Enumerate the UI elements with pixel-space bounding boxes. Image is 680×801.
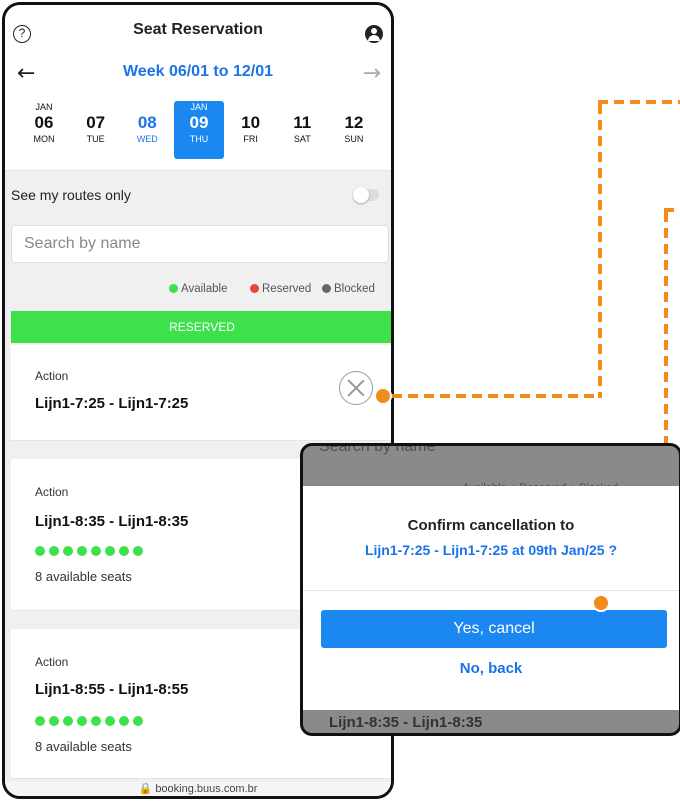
arrow-right-icon[interactable]: →: [363, 61, 381, 86]
week-navigation: ← Week 06/01 to 12/01 →: [5, 53, 391, 97]
background-search: Search by name: [319, 443, 436, 455]
page-title: Seat Reservation: [133, 21, 263, 38]
seat-available-icon: [91, 716, 101, 726]
seat-dots: [35, 713, 147, 726]
divider: [303, 590, 679, 591]
seat-available-icon: [77, 546, 87, 556]
day-tue[interactable]: 07 TUE: [71, 101, 121, 159]
confirm-cancel-dialog: Confirm cancellation to Lijn1-7:25 - Lij…: [303, 486, 679, 710]
connector-line: [664, 208, 680, 212]
seat-available-icon: [133, 546, 143, 556]
seat-available-icon: [105, 716, 115, 726]
seat-available-icon: [63, 546, 73, 556]
seat-available-icon: [63, 716, 73, 726]
day-number: 11: [293, 113, 312, 132]
day-selector: JAN 06 MON 07 TUE 08 WED JAN 09 THU 10 F…: [5, 97, 391, 171]
seat-available-icon: [77, 716, 87, 726]
day-weekday: WED: [136, 134, 158, 144]
day-thu[interactable]: JAN 09 THU: [173, 101, 224, 159]
cancel-reservation-icon[interactable]: [339, 371, 373, 405]
available-seats-text: 8 available seats: [35, 569, 132, 584]
day-weekday: SAT: [293, 134, 311, 144]
day-month: [122, 101, 172, 113]
card-action-label: Action: [35, 485, 69, 499]
no-back-button[interactable]: No, back: [303, 660, 679, 677]
available-seats-text: 8 available seats: [35, 739, 132, 754]
legend-available: Available: [169, 283, 227, 295]
seat-available-icon: [91, 546, 101, 556]
day-weekday: MON: [33, 134, 55, 144]
day-number: 10: [241, 113, 261, 132]
seat-available-icon: [119, 716, 129, 726]
yes-cancel-button[interactable]: Yes, cancel: [321, 610, 667, 648]
day-weekday: SUN: [344, 134, 364, 144]
cancel-dialog-callout: Search by name ● Available ● Reserved ● …: [300, 443, 680, 736]
card-action-label: Action: [35, 655, 69, 669]
seat-available-icon: [49, 546, 59, 556]
seat-available-icon: [35, 546, 45, 556]
day-month: JAN: [35, 102, 53, 112]
routes-only-label: See my routes only: [11, 187, 131, 203]
day-fri[interactable]: 10 FRI: [226, 101, 276, 159]
card-route: Lijn1-8:35 - Lijn1-8:35: [35, 513, 189, 530]
day-number: 08: [137, 113, 157, 132]
card-action-label: Action: [35, 369, 69, 383]
seat-available-icon: [105, 546, 115, 556]
reserved-route-card: Action Lijn1-7:25 - Lijn1-7:25: [11, 345, 391, 441]
day-month: [329, 101, 379, 113]
seat-available-icon: [49, 716, 59, 726]
day-number: 09: [189, 113, 209, 132]
day-number: 06: [34, 113, 54, 132]
user-icon[interactable]: [365, 25, 383, 43]
day-month: [71, 101, 121, 113]
seat-available-icon: [133, 716, 143, 726]
connector-line: [392, 394, 602, 398]
day-number: 12: [344, 113, 364, 132]
seat-available-icon: [119, 546, 129, 556]
card-route: Lijn1-7:25 - Lijn1-7:25: [35, 395, 189, 412]
day-wed[interactable]: 08 WED: [122, 101, 172, 159]
day-weekday: TUE: [86, 134, 105, 144]
day-month: [226, 101, 276, 113]
day-mon[interactable]: JAN 06 MON: [19, 101, 69, 159]
routes-only-toggle[interactable]: [353, 187, 379, 203]
legend-label: Available: [181, 283, 228, 295]
legend-blocked: Blocked: [322, 283, 375, 295]
day-sun[interactable]: 12 SUN: [329, 101, 379, 159]
day-number: 07: [86, 113, 106, 132]
status-bar[interactable]: ◀ Transporte: [5, 5, 391, 15]
legend-label: Reserved: [262, 283, 312, 295]
available-dot-icon: [169, 284, 178, 293]
legend-reserved: Reserved: [250, 283, 311, 295]
background-route: Lijn1-8:35 - Lijn1-8:35: [329, 714, 483, 731]
connector-line: [598, 100, 680, 104]
day-weekday: FRI: [243, 134, 258, 144]
day-month: JAN: [190, 102, 208, 112]
connector-marker-icon: [374, 387, 392, 405]
card-route: Lijn1-8:55 - Lijn1-8:55: [35, 681, 189, 698]
day-weekday: THU: [189, 134, 209, 144]
legend-label: Blocked: [334, 283, 375, 295]
dialog-title: Confirm cancellation to: [407, 517, 575, 534]
connector-line: [598, 104, 602, 398]
reserved-dot-icon: [250, 284, 259, 293]
search-input[interactable]: [11, 225, 389, 263]
blocked-dot-icon: [322, 284, 331, 293]
week-label: Week 06/01 to 12/01: [122, 63, 274, 80]
routes-filter-row: See my routes only: [5, 171, 391, 219]
day-sat[interactable]: 11 SAT: [277, 101, 327, 159]
dialog-detail: Lijn1-7:25 - Lijn1-7:25 at 09th Jan/25 ?: [364, 542, 618, 558]
browser-url: 🔒 booking.buus.com.br: [5, 782, 391, 796]
status-legend: Available Reserved Blocked: [5, 283, 391, 299]
seat-dots: [35, 543, 147, 556]
reserved-section-header: RESERVED: [11, 311, 391, 343]
seat-available-icon: [35, 716, 45, 726]
connector-marker-icon: [592, 594, 610, 612]
day-month: [277, 101, 327, 113]
